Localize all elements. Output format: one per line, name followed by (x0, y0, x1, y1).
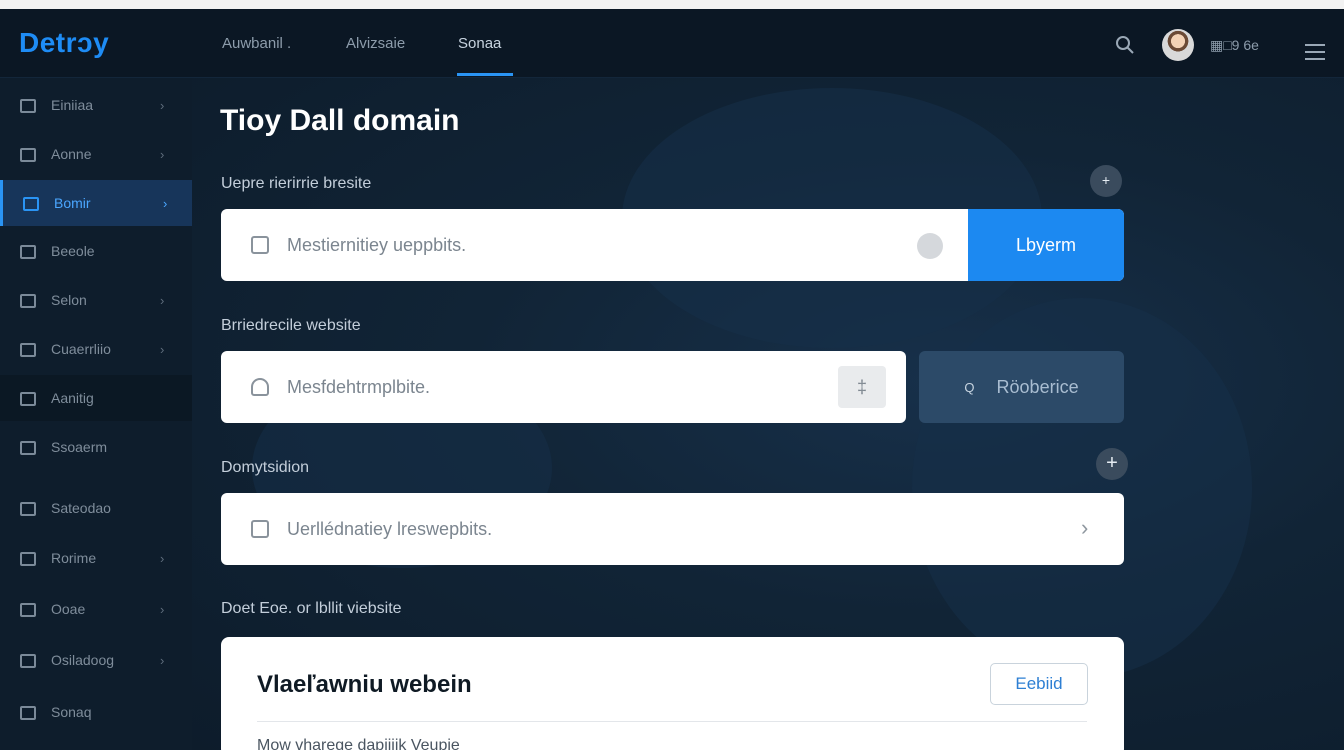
chevron-right-icon: › (160, 550, 165, 566)
sidebar-item-6[interactable]: Cuaerrliio › (0, 326, 192, 372)
sidebar-item-label: Sateodao (51, 500, 111, 516)
chevron-right-icon: › (160, 146, 165, 162)
apps-icon (20, 294, 36, 308)
sidebar-item-10[interactable]: Rorime › (0, 535, 192, 581)
chevron-right-icon: › (160, 652, 165, 668)
building-icon (20, 392, 36, 406)
primary-submit-button[interactable]: Lbyerm (968, 209, 1124, 281)
sidebar: Einiiaa › Aonne › Bomir › Beeole Selon ›… (0, 78, 192, 750)
sidebar-item-label: Osiladoog (51, 652, 115, 668)
sidebar-item-5[interactable]: Selon › (0, 277, 192, 323)
sidebar-item-label: Aanitig (51, 390, 94, 406)
secondary-button-label: Röoberice (996, 376, 1079, 397)
nav-tab-1[interactable]: Auwbanil . (222, 35, 291, 52)
lock-icon (251, 236, 269, 254)
chevron-right-icon: › (163, 195, 168, 211)
search-icon[interactable] (1115, 35, 1135, 55)
sidebar-item-label: Beeole (51, 243, 95, 259)
sidebar-item-12[interactable]: Osiladoog › (0, 637, 192, 683)
top-navigation-bar: Detrɔy Auwbanil . Alvizsaie Sonaa ▦□9 6e (0, 9, 1344, 78)
sidebar-item-label: Rorime (51, 550, 97, 566)
search-field-3[interactable]: › (221, 493, 1124, 565)
card-edit-button[interactable]: Eebiid (990, 663, 1088, 705)
pen-icon (20, 441, 36, 455)
user-icon (251, 378, 269, 396)
sidebar-item-label: Bomir (54, 195, 91, 211)
menu-icon[interactable] (1305, 44, 1325, 60)
search-field-2: ‡ (221, 351, 906, 423)
page-title: Tioy Dall domain (220, 104, 460, 137)
add-button-3[interactable]: + (1096, 448, 1128, 480)
brand-logo[interactable]: Detrɔy (19, 27, 109, 59)
box-icon (20, 706, 36, 720)
chevron-right-icon: › (160, 97, 165, 113)
printer-icon (20, 654, 36, 668)
bars-icon (20, 502, 36, 516)
sidebar-item-label: Aonne (51, 146, 92, 162)
active-tab-indicator (457, 73, 513, 76)
section-4-label: Doet Eoe. or lbllit viebsite (221, 600, 402, 617)
section-3-label: Domytsidion (221, 459, 310, 476)
nav-tab-3[interactable]: Sonaa (458, 35, 501, 52)
chevron-right-icon: › (160, 341, 165, 357)
chevron-right-icon: › (160, 292, 165, 308)
sidebar-item-3[interactable]: Bomir › (0, 180, 192, 226)
section-1-label: Uepre rierirrie bresite (221, 175, 372, 192)
home-icon (20, 99, 36, 113)
sidebar-item-1[interactable]: Einiiaa › (0, 82, 192, 128)
search-icon: Q (964, 379, 975, 395)
lock-icon (23, 197, 39, 211)
sidebar-item-label: Einiiaa (51, 97, 94, 113)
sidebar-item-9[interactable]: Sateodao (0, 485, 192, 531)
nav-tab-2[interactable]: Alvizsaie (346, 35, 405, 52)
secondary-search-button[interactable]: Q Röoberice (919, 351, 1124, 423)
grid-icon (20, 148, 36, 162)
search-input-2[interactable] (287, 371, 807, 403)
sidebar-item-4[interactable]: Beeole (0, 228, 192, 274)
card-subtitle: Mow vharege dapiiiik Veupie (257, 737, 460, 750)
sidebar-item-8[interactable]: Ssoaerm (0, 424, 192, 470)
sidebar-item-label: Ooae (51, 601, 86, 617)
clear-icon[interactable] (917, 233, 943, 259)
sidebar-item-13[interactable]: Sonaq (0, 689, 192, 735)
user-name[interactable]: ▦□9 6e (1210, 37, 1259, 54)
card-divider (257, 721, 1087, 722)
search-input-3[interactable] (287, 513, 1047, 545)
search-field-1: Lbyerm (221, 209, 1124, 281)
sidebar-item-label: Selon (51, 292, 87, 308)
search-input-1[interactable] (287, 229, 847, 261)
sidebar-item-label: Cuaerrliio (51, 341, 111, 357)
sidebar-item-11[interactable]: Ooae › (0, 586, 192, 632)
car-icon (20, 343, 36, 357)
filter-button[interactable]: ‡ (838, 366, 886, 408)
calendar-icon (20, 245, 36, 259)
card-title: Vlaeľawniu webein (257, 671, 472, 698)
chart-icon (20, 552, 36, 566)
section-2-label: Brriedrecile website (221, 317, 361, 334)
user-avatar[interactable] (1162, 29, 1194, 61)
sidebar-item-label: Sonaq (51, 704, 92, 720)
website-card: Vlaeľawniu webein Eebiid Mow vharege dap… (221, 637, 1124, 750)
window-top-strip (0, 0, 1344, 9)
sidebar-item-2[interactable]: Aonne › (0, 131, 192, 177)
add-button-1[interactable]: + (1090, 165, 1122, 197)
folder-icon (251, 520, 269, 538)
table-icon (20, 603, 36, 617)
sidebar-item-label: Ssoaerm (51, 439, 108, 455)
chevron-right-icon: › (160, 601, 165, 617)
sidebar-item-7[interactable]: Aanitig (0, 375, 192, 421)
chevron-right-icon[interactable]: › (1081, 515, 1088, 541)
